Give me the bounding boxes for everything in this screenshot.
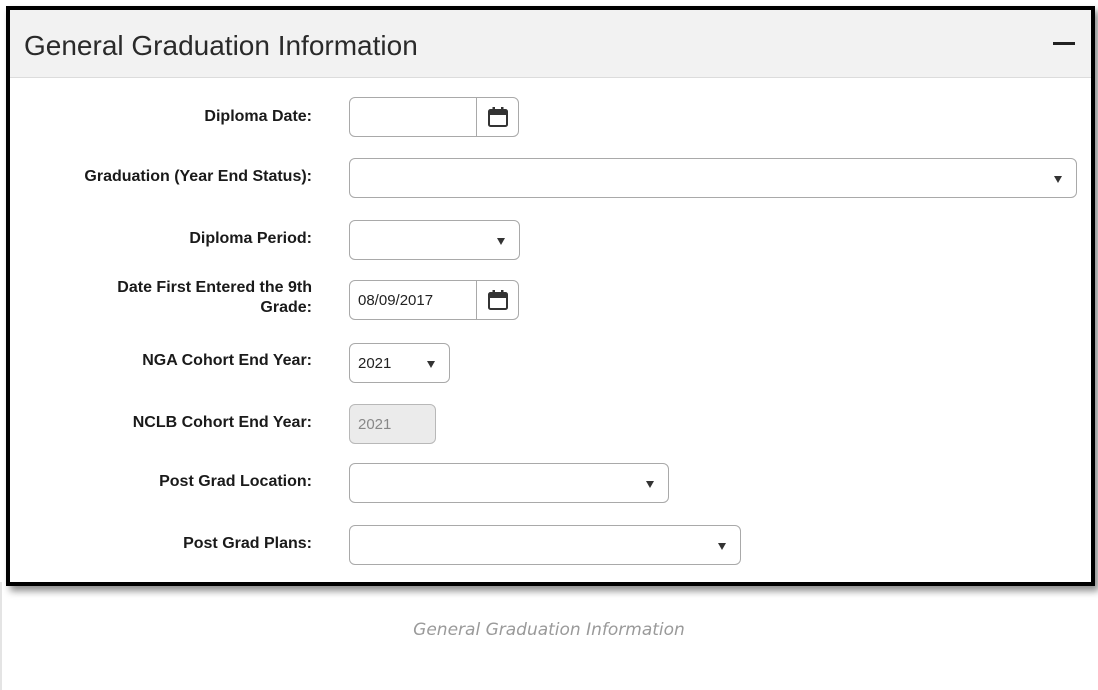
chevron-down-icon: [646, 481, 654, 488]
nclb-cohort-label: NCLB Cohort End Year:: [132, 414, 312, 431]
diploma-date-field[interactable]: [349, 97, 519, 137]
post-grad-plans-label: Post Grad Plans:: [183, 535, 312, 552]
post-grad-plans-select[interactable]: [349, 525, 741, 565]
date-first-9th-calendar-button[interactable]: [476, 281, 518, 319]
graduation-panel: General Graduation Information Diploma D…: [6, 6, 1095, 586]
chevron-down-icon: [427, 361, 435, 368]
diploma-period-select[interactable]: [349, 220, 520, 260]
panel-title: General Graduation Information: [24, 30, 418, 61]
nga-cohort-value: 2021: [358, 355, 392, 372]
image-caption: General Graduation Information: [413, 620, 685, 640]
chevron-down-icon: [718, 543, 726, 550]
graduation-status-select[interactable]: [349, 158, 1077, 198]
nga-cohort-select[interactable]: 2021: [349, 343, 450, 383]
panel-header: General Graduation Information: [10, 10, 1091, 78]
minus-icon[interactable]: [1053, 42, 1075, 45]
date-first-9th-label-line2: Grade:: [260, 299, 312, 316]
chevron-down-icon: [497, 238, 505, 245]
post-grad-location-select[interactable]: [349, 463, 669, 503]
calendar-icon: [487, 107, 508, 127]
calendar-icon: [487, 290, 508, 310]
diploma-period-label: Diploma Period:: [189, 230, 312, 247]
diploma-date-calendar-button[interactable]: [476, 98, 518, 136]
nga-cohort-label: NGA Cohort End Year:: [142, 352, 312, 369]
nclb-cohort-value: 2021: [358, 416, 392, 433]
diploma-date-label: Diploma Date:: [204, 108, 312, 125]
chevron-down-icon: [1054, 176, 1062, 183]
date-first-9th-label: Date First Entered the 9th Grade:: [12, 278, 312, 318]
date-first-9th-value: 08/09/2017: [358, 292, 434, 309]
date-first-9th-field[interactable]: 08/09/2017: [349, 280, 519, 320]
post-grad-location-label: Post Grad Location:: [159, 473, 312, 490]
date-first-9th-label-line1: Date First Entered the 9th: [117, 279, 312, 296]
nclb-cohort-field: 2021: [349, 404, 436, 444]
graduation-status-label: Graduation (Year End Status):: [84, 168, 312, 185]
